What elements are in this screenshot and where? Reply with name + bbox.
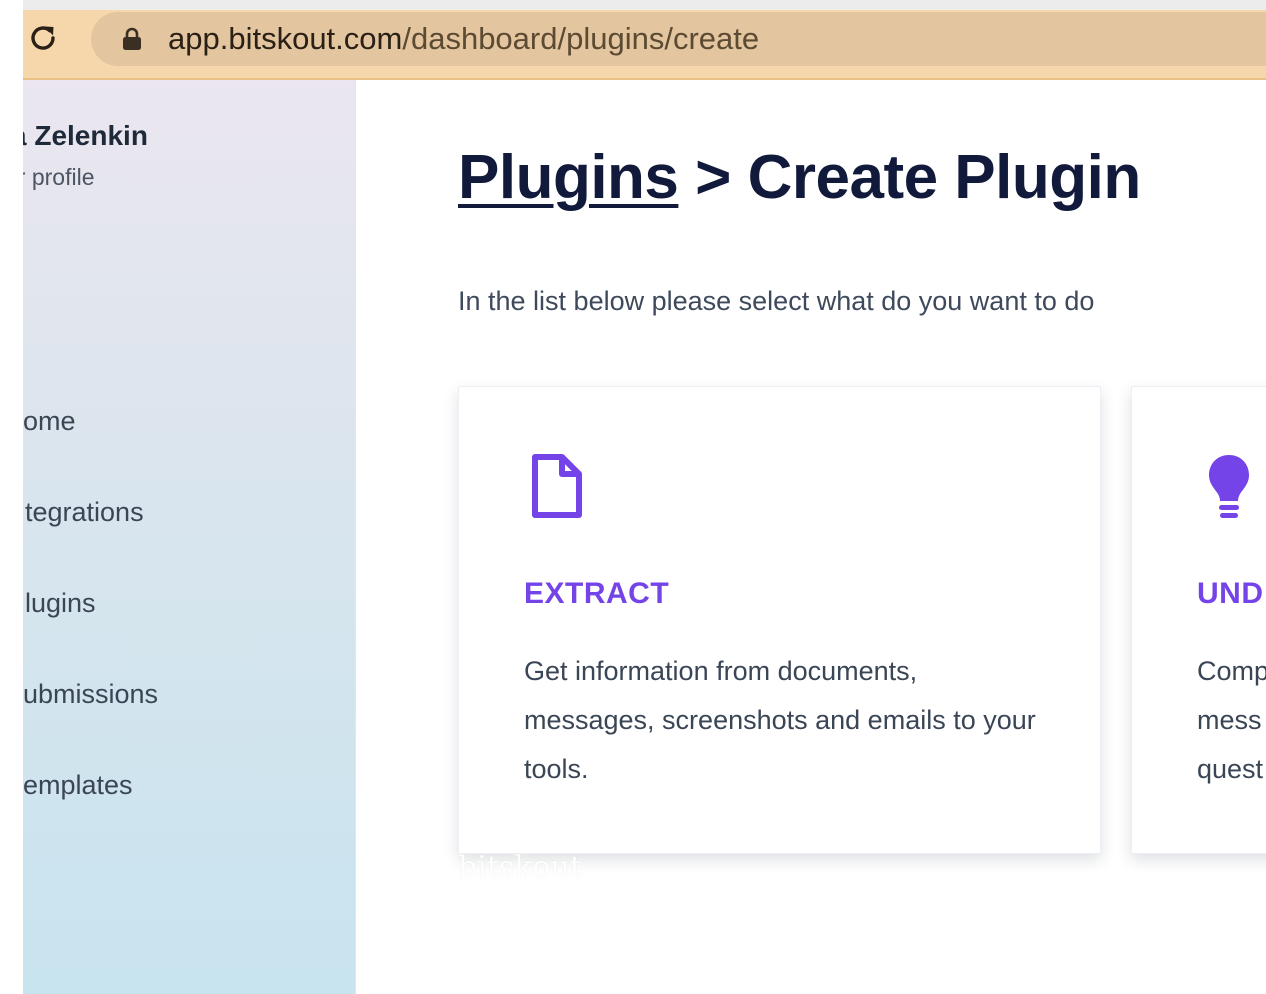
sidebar: a Zelenkin ur profile ome tegrations lug…: [23, 80, 356, 994]
user-name: a Zelenkin: [23, 120, 148, 151]
reload-icon: [31, 26, 55, 50]
sidebar-item-templates[interactable]: emplates: [23, 770, 133, 801]
sidebar-item-home[interactable]: ome: [23, 406, 76, 437]
card-extract[interactable]: EXTRACT Get information from documents, …: [458, 386, 1101, 854]
sidebar-item-integrations[interactable]: tegrations: [25, 497, 144, 528]
window-top-edge: [0, 0, 1266, 10]
breadcrumb-current: Create Plugin: [747, 143, 1142, 212]
page-subtitle: In the list below please select what do …: [458, 286, 1095, 316]
bitskout-watermark: bitskout: [458, 850, 582, 885]
browser-toolbar: app.bitskout.com/dashboard/plugins/creat…: [23, 10, 1266, 80]
card-title: EXTRACT: [524, 577, 670, 610]
url-text[interactable]: app.bitskout.com/dashboard/plugins/creat…: [168, 20, 759, 58]
page-title: Plugins > Create Plugin: [458, 142, 1141, 213]
lightbulb-icon: [1209, 455, 1249, 518]
card-description: Comp mess quest: [1197, 656, 1266, 784]
breadcrumb-separator: >: [678, 143, 748, 212]
sidebar-item-submissions[interactable]: ubmissions: [23, 679, 158, 710]
card-description: Get information from documents, messages…: [524, 656, 1036, 784]
card-title: UND: [1197, 577, 1264, 610]
breadcrumb-plugins-link[interactable]: Plugins: [458, 143, 679, 212]
url-path: /dashboard/plugins/create: [402, 21, 760, 56]
page: app.bitskout.com/dashboard/plugins/creat…: [0, 0, 1266, 994]
url-host: app.bitskout.com: [168, 21, 403, 56]
main-content: Plugins > Create Plugin In the list belo…: [356, 80, 1266, 994]
sidebar-item-plugins[interactable]: lugins: [25, 588, 96, 619]
lock-icon: [123, 27, 141, 50]
card-understand[interactable]: UND Comp mess quest: [1131, 386, 1266, 854]
address-bar[interactable]: app.bitskout.com/dashboard/plugins/creat…: [91, 12, 1266, 66]
reload-button[interactable]: [23, 18, 63, 58]
window-left-edge: [0, 0, 23, 994]
document-icon: [532, 454, 582, 518]
profile-link[interactable]: ur profile: [23, 164, 94, 191]
